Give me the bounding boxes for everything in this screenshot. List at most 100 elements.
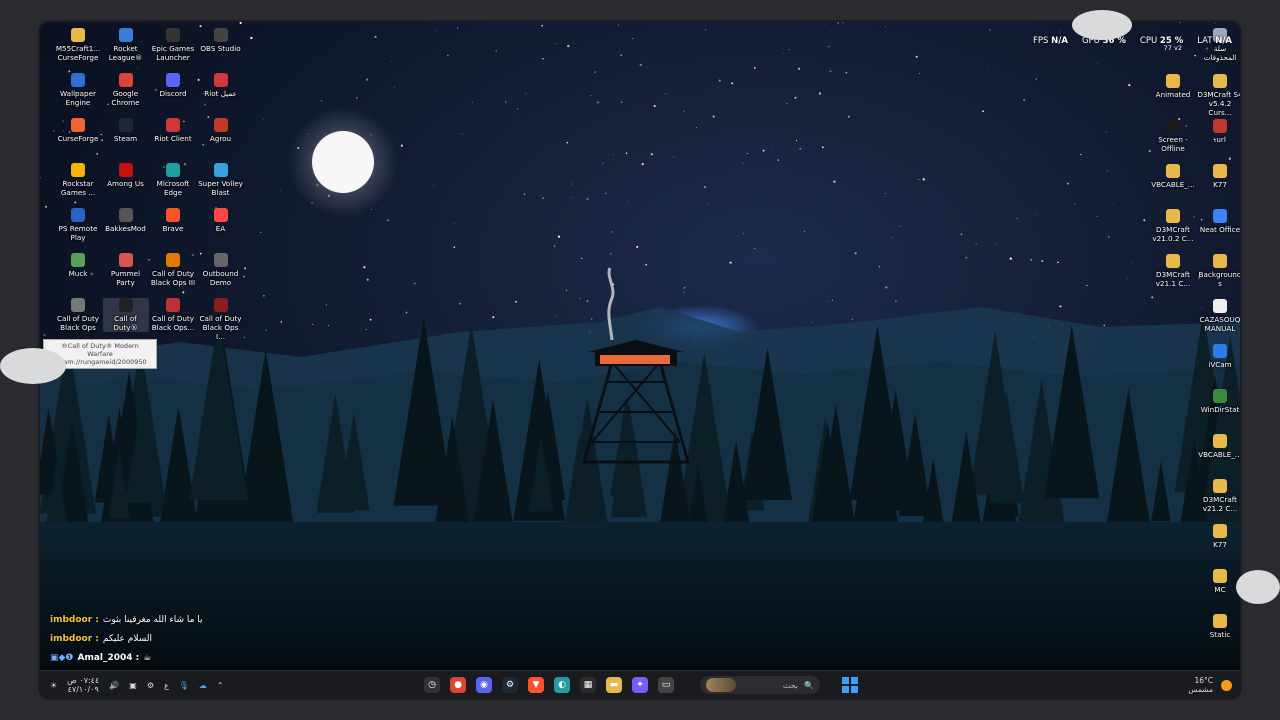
desktop-shortcut[interactable]: .url — [1197, 119, 1240, 144]
desktop-shortcut[interactable]: Call of Duty Black Ops I... — [198, 298, 244, 341]
desktop-shortcut[interactable]: Super Volley Blast — [198, 163, 244, 197]
star — [137, 67, 139, 69]
desktop-shortcut[interactable]: Discord — [150, 73, 196, 98]
performance-overlay: FPS N/A GPU 36 % CPU 25 % LAT N/A — [1033, 36, 1232, 46]
desktop-shortcut[interactable]: M55Craft1... CurseForge — [55, 28, 101, 62]
desktop-shortcut[interactable]: OBS Studio — [198, 28, 244, 53]
clock-app-icon[interactable]: ◷ — [424, 677, 440, 693]
star — [1214, 23, 1216, 24]
discord-icon[interactable]: ◉ — [476, 677, 492, 693]
display-icon[interactable]: ▣ — [129, 681, 137, 690]
star — [405, 311, 408, 314]
star — [712, 115, 715, 118]
volume-icon[interactable]: 🔊 — [109, 681, 119, 690]
star — [884, 26, 886, 28]
file-explorer-icon[interactable]: ▬ — [606, 677, 622, 693]
desktop-shortcut[interactable]: iVCam — [1197, 344, 1240, 369]
among-us-icon — [118, 163, 133, 177]
star — [729, 261, 732, 264]
desktop-shortcut[interactable]: K77 — [1197, 524, 1240, 549]
star — [683, 110, 685, 112]
desktop-shortcut[interactable]: Backgrounds — [1197, 254, 1240, 288]
shortcut-label: D3MCraft v21.1 C... — [1155, 270, 1191, 288]
desktop-shortcut[interactable]: Microsoft Edge — [150, 163, 196, 197]
star — [989, 29, 991, 31]
start-weather-icon[interactable]: ☀ — [50, 681, 57, 690]
star — [988, 65, 990, 67]
brave-icon[interactable]: ▼ — [528, 677, 544, 693]
chevron-up-icon[interactable]: ⌃ — [217, 681, 224, 690]
search-icon: 🔍 — [804, 680, 814, 690]
desktop-shortcut[interactable]: Outbound Demo — [198, 253, 244, 287]
desktop-shortcut[interactable]: K77 — [1197, 164, 1240, 189]
desktop-shortcut[interactable]: Rocket League® — [103, 28, 149, 62]
desktop-shortcut[interactable]: D3MCraft v21.0.2 C... — [1150, 209, 1196, 243]
start-button[interactable] — [842, 677, 858, 693]
desktop-shortcut[interactable]: Brave — [150, 208, 196, 233]
desktop-shortcut[interactable]: Animated — [1150, 74, 1196, 99]
desktop-shortcut[interactable]: MC — [1197, 569, 1240, 594]
language-indicator[interactable]: ع — [164, 681, 169, 690]
microphone-icon[interactable]: 🎙 — [179, 681, 189, 690]
desktop-shortcut[interactable]: Google Chrome — [103, 73, 149, 107]
desktop-shortcut[interactable]: Steam — [103, 118, 149, 143]
chat-username: imbdoor : — [50, 633, 99, 644]
folder-icon — [1213, 434, 1227, 448]
star — [628, 201, 629, 202]
desktop-shortcut[interactable]: CAZASOUQ MANUAL — [1197, 299, 1240, 333]
desktop-shortcut[interactable]: Screen - Offline — [1150, 119, 1196, 153]
desktop-shortcut[interactable]: Wallpaper Engine — [55, 73, 101, 107]
desktop-shortcut[interactable]: D3MCraft v21.1 C... — [1150, 254, 1196, 288]
star — [602, 162, 604, 164]
steam-icon[interactable]: ⚙ — [502, 677, 518, 693]
weather-widget[interactable]: 16°C مشمس — [1188, 671, 1232, 698]
desktop-shortcut[interactable]: D3MCraft v21.2 C... — [1197, 479, 1240, 513]
star — [885, 286, 888, 289]
desktop-shortcut[interactable]: PS Remote Play — [55, 208, 101, 242]
desktop-shortcut[interactable]: Call of Duty Black Ops... — [150, 298, 196, 332]
desktop-shortcut[interactable]: Call of Duty® — [102, 298, 149, 332]
star — [845, 71, 848, 74]
onedrive-icon[interactable]: ☁ — [199, 681, 207, 690]
copilot-icon[interactable]: ✦ — [632, 677, 648, 693]
desktop-shortcut[interactable]: Epic Games Launcher — [150, 28, 196, 62]
star — [539, 194, 541, 196]
star — [746, 152, 748, 155]
taskview-icon[interactable]: ▭ — [658, 677, 674, 693]
store-icon[interactable]: ▦ — [580, 677, 596, 693]
edge-icon[interactable]: ◐ — [554, 677, 570, 693]
star — [895, 300, 897, 302]
desktop-shortcut[interactable]: Neat Office — [1197, 209, 1240, 234]
desktop-shortcut[interactable]: Pummel Party — [103, 253, 149, 287]
desktop-shortcut[interactable]: Call of Duty Black Ops — [55, 298, 101, 332]
star — [453, 223, 455, 225]
taskbar-search[interactable]: بحث 🔍 — [700, 676, 820, 694]
desktop-shortcut[interactable]: Rockstar Games ... — [55, 163, 101, 197]
desktop-shortcut[interactable]: Agrou — [198, 118, 244, 143]
star — [1036, 213, 1038, 215]
tray-clock[interactable]: ٠٧:٤٤ ص ٤٧/١٠/٠٩ — [67, 676, 99, 694]
chrome-icon[interactable]: ● — [450, 677, 466, 693]
desktop-shortcut[interactable]: Riot Client — [150, 118, 196, 143]
star — [374, 35, 377, 38]
desktop-shortcut[interactable]: Among Us — [103, 163, 149, 188]
wallpaper-engine-icon — [71, 73, 85, 87]
shortcut-label: Call of Duty® — [113, 314, 138, 332]
star — [799, 147, 802, 150]
shortcut-label: Static — [1209, 630, 1231, 639]
desktop-shortcut[interactable]: Riot عميل — [198, 73, 244, 98]
star — [40, 177, 41, 179]
desktop-shortcut[interactable]: D3MCraft S4 v5.4.2 Curs... — [1197, 74, 1240, 117]
desktop-shortcut[interactable]: VBCABLE_... — [1197, 434, 1240, 459]
desktop-shortcut[interactable]: VBCABLE_... — [1150, 164, 1196, 189]
desktop-shortcut[interactable]: Call of Duty Black Ops III — [150, 253, 196, 287]
star — [393, 341, 394, 342]
desktop-shortcut[interactable]: WinDirStat — [1197, 389, 1240, 414]
settings-icon[interactable]: ⚙ — [147, 681, 154, 690]
desktop-shortcut[interactable]: Static — [1197, 614, 1240, 639]
star — [828, 45, 830, 48]
desktop-shortcut[interactable]: EA — [198, 208, 244, 233]
desktop-shortcut[interactable]: BakkesMod — [103, 208, 149, 233]
desktop-shortcut[interactable]: Muck — [55, 253, 101, 278]
desktop-shortcut[interactable]: CurseForge — [55, 118, 101, 143]
